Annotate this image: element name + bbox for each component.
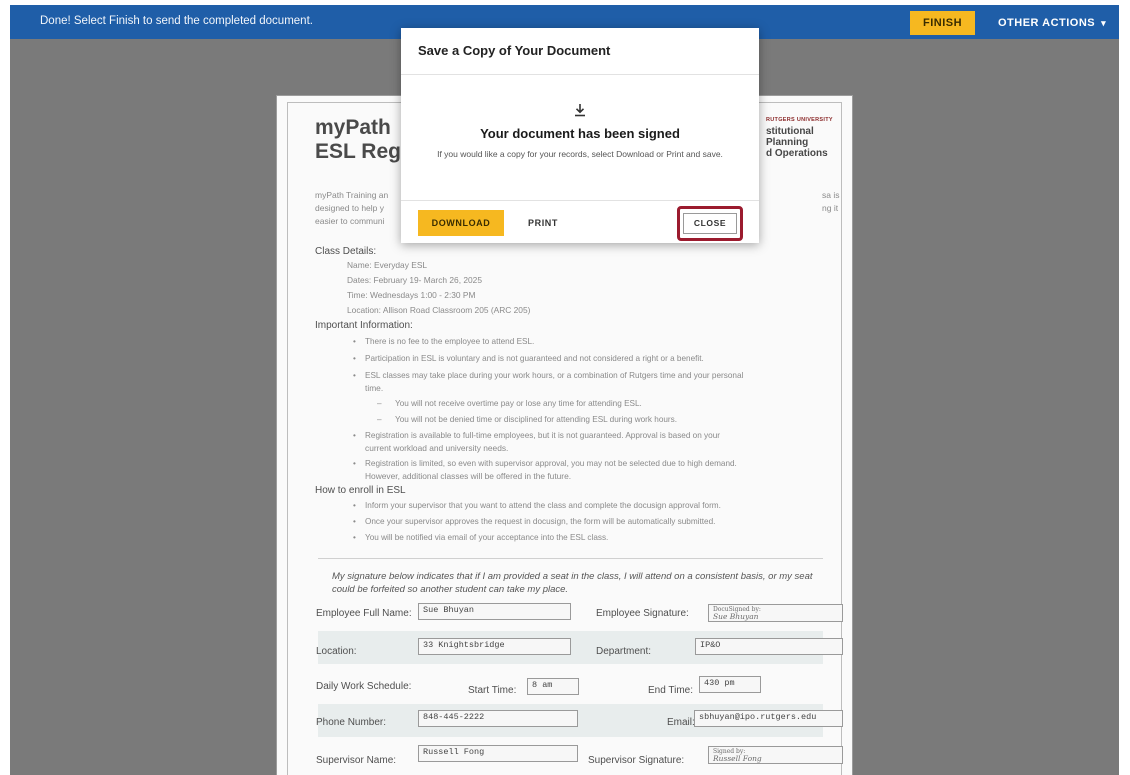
chevron-down-icon: ▾ — [1101, 18, 1107, 28]
intro-line-right: sa is — [822, 190, 840, 200]
phone-label: Phone Number: — [316, 717, 387, 728]
start-time-label: Start Time: — [468, 685, 517, 696]
important-heading: Important Information: — [315, 320, 413, 331]
dialog-info-text: If you would like a copy for your record… — [437, 149, 723, 159]
intro-line: myPath Training an — [315, 190, 389, 200]
important-item-cont: time. — [365, 383, 384, 393]
class-details-heading: Class Details: — [315, 246, 377, 257]
intro-line: designed to help y — [315, 203, 384, 213]
location-label: Location: — [316, 646, 357, 657]
class-detail: Name: Everyday ESL — [347, 260, 428, 270]
dialog-header: Save a Copy of Your Document — [401, 28, 759, 75]
signature-note: My signature below indicates that if I a… — [332, 571, 813, 595]
phone-field[interactable]: 848-445-2222 — [418, 710, 578, 727]
dialog-divider — [401, 200, 759, 201]
download-button[interactable]: DOWNLOAD — [418, 210, 504, 236]
completion-message: Done! Select Finish to send the complete… — [40, 15, 313, 27]
rutgers-logo: RUTGERS UNIVERSITY stitutional Planning … — [766, 117, 833, 159]
important-item: There is no fee to the employee to atten… — [353, 336, 534, 348]
class-detail: Time: Wednesdays 1:00 - 2:30 PM — [347, 290, 476, 300]
supervisor-signature-field[interactable]: Signed by: Russell Fong — [708, 746, 843, 764]
email-label: Email: — [667, 717, 695, 728]
dialog-title: Save a Copy of Your Document — [418, 43, 611, 58]
start-time-field[interactable]: 8 am — [527, 678, 579, 695]
signature-mark: Sue Bhuyan — [713, 612, 759, 621]
email-field[interactable]: sbhuyan@ipo.rutgers.edu — [694, 710, 843, 727]
print-button[interactable]: PRINT — [519, 210, 567, 236]
end-time-field[interactable]: 430 pm — [699, 676, 761, 693]
important-item: Registration is limited, so even with su… — [353, 458, 737, 470]
intro-line: easier to communi — [315, 216, 385, 226]
signed-heading: Your document has been signed — [480, 126, 680, 141]
important-subitem: You will not be denied time or disciplin… — [377, 414, 677, 426]
supervisor-name-field[interactable]: Russell Fong — [418, 745, 578, 762]
end-time-label: End Time: — [648, 685, 694, 696]
work-schedule-label: Daily Work Schedule: — [316, 681, 412, 692]
department-label: Department: — [596, 646, 652, 657]
close-button-highlight — [677, 206, 743, 241]
supervisor-name-label: Supervisor Name: — [316, 755, 397, 766]
important-item-cont: current workload and university needs. — [365, 443, 509, 453]
supervisor-signature-label: Supervisor Signature: — [588, 755, 685, 766]
other-actions-menu[interactable]: OTHER ACTIONS ▾ — [998, 11, 1106, 35]
employee-signature-label: Employee Signature: — [596, 608, 689, 619]
important-item: Participation in ESL is voluntary and is… — [353, 353, 704, 365]
class-detail: Location: Allison Road Classroom 205 (AR… — [347, 305, 531, 315]
divider — [318, 558, 823, 559]
finish-button[interactable]: FINISH — [910, 11, 975, 35]
other-actions-label: OTHER ACTIONS — [998, 17, 1096, 29]
signature-mark: Russell Fong — [713, 754, 762, 763]
download-icon — [575, 104, 585, 117]
intro-line-right: ng it — [822, 203, 839, 213]
employee-name-label: Employee Full Name: — [316, 608, 412, 619]
enroll-heading: How to enroll in ESL — [315, 485, 406, 496]
class-detail: Dates: February 19- March 26, 2025 — [347, 275, 482, 285]
location-field[interactable]: 33 Knightsbridge — [418, 638, 571, 655]
enroll-item: Inform your supervisor that you want to … — [353, 500, 721, 512]
important-item-cont: However, additional classes will be offe… — [365, 471, 572, 481]
important-subitem: You will not receive overtime pay or los… — [377, 398, 642, 410]
enroll-item: Once your supervisor approves the reques… — [353, 516, 715, 528]
enroll-item: You will be notified via email of your a… — [353, 532, 608, 544]
department-field[interactable]: IP&O — [695, 638, 843, 655]
employee-name-field[interactable]: Sue Bhuyan — [418, 603, 571, 620]
important-item: ESL classes may take place during your w… — [353, 370, 743, 382]
document-title: myPath — [315, 116, 391, 139]
important-item: Registration is available to full-time e… — [353, 430, 720, 442]
employee-signature-field[interactable]: DocuSigned by: Sue Bhuyan — [708, 604, 843, 622]
